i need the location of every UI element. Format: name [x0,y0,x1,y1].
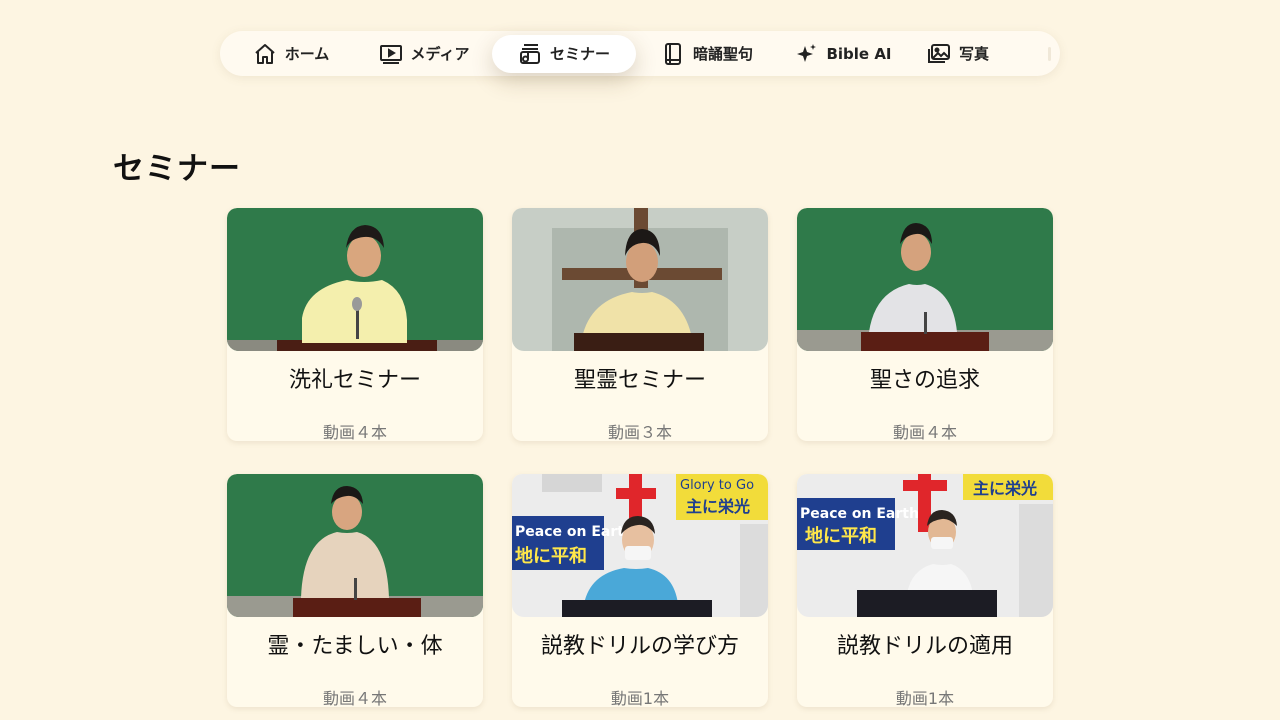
seminar-thumbnail [227,208,483,351]
seminar-thumbnail: Peace on Earth 地に平和 主に栄光 [797,474,1053,617]
video-count: 動画1本 [895,689,955,707]
nav-label: 暗誦聖句 [692,45,753,63]
seminar-title: 洗礼セミナー [288,368,421,393]
seminar-title: 聖さの追求 [869,368,980,393]
nav-label: ホーム [284,45,330,63]
seminar-title: 説教ドリルの適用 [836,634,1013,659]
banner-text: 地に平和 [805,525,877,547]
nav-label: Bible AI [826,44,892,63]
banner-text: 主に栄光 [973,479,1037,498]
banner-text: Glory to Go [680,478,754,493]
seminar-card[interactable]: 聖さの追求 動画４本 [797,208,1053,441]
book-icon [664,42,681,65]
seminar-icon [519,43,540,64]
video-count: 動画４本 [322,689,387,707]
seminar-thumbnail [227,474,483,617]
banner-text: Peace on Earth [515,524,634,540]
nav-item-bible-ai[interactable]: Bible AI [778,35,908,73]
app-root: ホーム メディア セミナー 暗誦聖句 Bible AI 写真 セミナー 洗礼セミ… [0,0,1280,720]
video-count: 動画４本 [322,423,387,441]
seminar-card[interactable]: Peace on Earth 地に平和 主に栄光 説教ドリルの適用 動画1本 [797,474,1053,707]
nav-label: セミナー [549,45,610,63]
seminar-title: 説教ドリルの学び方 [540,634,739,659]
media-icon [379,44,402,64]
seminar-card[interactable]: 聖霊セミナー 動画３本 [512,208,768,441]
seminar-thumbnail [797,208,1053,351]
seminar-title: 聖霊セミナー [573,368,706,393]
nav-item-memory-verses[interactable]: 暗誦聖句 [636,35,778,73]
photos-icon [927,43,950,63]
nav-overflow-indicator [1048,46,1051,61]
nav-label: 写真 [958,45,989,63]
seminar-thumbnail [512,208,768,351]
home-icon [255,43,275,64]
seminar-grid: 洗礼セミナー 動画４本 聖霊セミナー 動画３本 聖さの追求 動画４本 霊・たまし… [227,208,1053,707]
nav-item-photos[interactable]: 写真 [908,35,1008,73]
page-title: セミナー [113,151,241,187]
top-navigation: ホーム メディア セミナー 暗誦聖句 Bible AI 写真 [220,31,1060,76]
seminar-title: 霊・たましい・体 [267,634,443,659]
seminar-thumbnail: Peace on Earth 地に平和 Glory to Go 主に栄光 [512,474,768,617]
nav-label: メディア [410,45,470,63]
video-count: 動画３本 [607,423,672,441]
nav-item-home[interactable]: ホーム [226,35,356,73]
seminar-card[interactable]: 洗礼セミナー 動画４本 [227,208,483,441]
seminar-card[interactable]: 霊・たましい・体 動画４本 [227,474,483,707]
video-count: 動画４本 [892,423,957,441]
seminar-card[interactable]: Peace on Earth 地に平和 Glory to Go 主に栄光 説教ド… [512,474,768,707]
banner-text: Peace on Earth [800,506,919,522]
video-count: 動画1本 [610,689,670,707]
sparkle-icon [797,43,817,62]
nav-item-seminar[interactable]: セミナー [492,34,636,73]
banner-text: 主に栄光 [686,497,750,516]
banner-text: 地に平和 [515,545,587,567]
nav-item-media[interactable]: メディア [356,35,492,73]
